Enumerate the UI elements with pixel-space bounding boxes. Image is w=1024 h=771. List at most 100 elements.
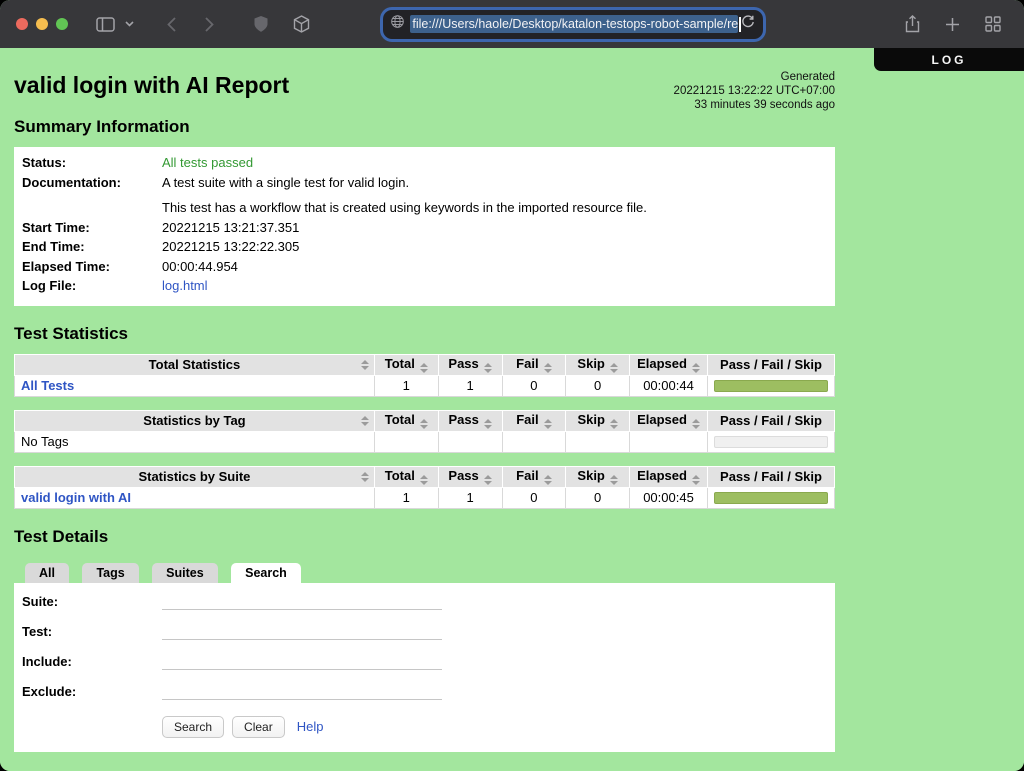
total-value: 1 — [374, 375, 438, 396]
minimize-window-button[interactable] — [36, 18, 48, 30]
total-value — [374, 431, 438, 452]
all-tests-link[interactable]: All Tests — [21, 378, 74, 393]
sort-icon[interactable] — [544, 475, 552, 485]
tab-suites[interactable]: Suites — [152, 563, 218, 583]
sort-icon[interactable] — [610, 419, 618, 429]
help-link[interactable]: Help — [297, 719, 324, 734]
include-input[interactable] — [162, 651, 442, 670]
sort-icon[interactable] — [544, 419, 552, 429]
column-header-elapsed[interactable]: Elapsed — [630, 410, 708, 431]
clear-button[interactable]: Clear — [232, 716, 285, 738]
details-heading: Test Details — [14, 527, 1024, 547]
column-header-pass[interactable]: Pass — [438, 466, 502, 487]
search-buttons-row: Search Clear Help — [162, 716, 827, 738]
log-file-link[interactable]: log.html — [162, 276, 208, 296]
skip-value: 0 — [566, 375, 630, 396]
sort-icon[interactable] — [610, 363, 618, 373]
column-header-elapsed[interactable]: Elapsed — [630, 466, 708, 487]
summary-row-log-file: Log File: log.html — [22, 276, 827, 296]
tab-all[interactable]: All — [25, 563, 69, 583]
zoom-window-button[interactable] — [56, 18, 68, 30]
details-tabs: All Tags Suites Search — [25, 563, 1024, 583]
column-header-graph: Pass / Fail / Skip — [707, 410, 834, 431]
column-header-skip[interactable]: Skip — [566, 354, 630, 375]
sort-icon[interactable] — [610, 475, 618, 485]
sort-icon[interactable] — [484, 419, 492, 429]
tab-overview-icon[interactable] — [978, 9, 1008, 39]
address-bar[interactable]: file:///Users/haole/Desktop/katalon-test… — [383, 10, 763, 39]
sort-icon[interactable] — [420, 419, 428, 429]
column-header-total[interactable]: Total — [374, 354, 438, 375]
column-header-skip[interactable]: Skip — [566, 410, 630, 431]
test-input[interactable] — [162, 621, 442, 640]
url-text[interactable]: file:///Users/haole/Desktop/katalon-test… — [410, 15, 738, 33]
elapsed-time-value: 00:00:44.954 — [162, 257, 238, 277]
pass-fail-skip-bar — [714, 380, 828, 392]
share-icon[interactable] — [898, 9, 928, 39]
status-label: Status: — [22, 153, 162, 173]
documentation-value: A test suite with a single test for vali… — [162, 173, 647, 218]
sort-icon[interactable] — [692, 419, 700, 429]
skip-value — [566, 431, 630, 452]
sort-icon[interactable] — [420, 475, 428, 485]
graph-cell — [707, 431, 834, 452]
browser-window: file:///Users/haole/Desktop/katalon-test… — [0, 0, 1024, 771]
reload-icon[interactable] — [741, 15, 755, 34]
column-header-elapsed[interactable]: Elapsed — [630, 354, 708, 375]
column-header-statistics-by-suite[interactable]: Statistics by Suite — [15, 466, 375, 487]
column-header-total[interactable]: Total — [374, 410, 438, 431]
suite-input[interactable] — [162, 591, 442, 610]
sort-icon[interactable] — [484, 475, 492, 485]
sort-icon[interactable] — [361, 472, 369, 482]
column-header-pass[interactable]: Pass — [438, 410, 502, 431]
generated-ago: 33 minutes 39 seconds ago — [674, 98, 835, 112]
generated-label: Generated — [674, 70, 835, 84]
column-header-fail[interactable]: Fail — [502, 466, 566, 487]
column-header-fail[interactable]: Fail — [502, 410, 566, 431]
pass-value: 1 — [438, 487, 502, 508]
status-value: All tests passed — [162, 153, 253, 173]
privacy-shield-icon[interactable] — [246, 9, 276, 39]
elapsed-value: 00:00:44 — [630, 375, 708, 396]
column-header-statistics-by-tag[interactable]: Statistics by Tag — [15, 410, 375, 431]
column-header-total-statistics[interactable]: Total Statistics — [15, 354, 375, 375]
sort-icon[interactable] — [361, 360, 369, 370]
sidebar-chevron-down-icon[interactable] — [120, 9, 138, 39]
fail-value: 0 — [502, 487, 566, 508]
form-row-exclude: Exclude: — [22, 681, 827, 702]
forward-button[interactable] — [194, 9, 224, 39]
summary-row-status: Status: All tests passed — [22, 153, 827, 173]
form-row-suite: Suite: — [22, 591, 827, 612]
search-panel: Suite: Test: Include: Exclude: Search Cl… — [14, 583, 835, 752]
suite-link[interactable]: valid login with AI — [21, 490, 131, 505]
extensions-cube-icon[interactable] — [286, 9, 316, 39]
close-window-button[interactable] — [16, 18, 28, 30]
sort-icon[interactable] — [692, 363, 700, 373]
no-tags-label: No Tags — [15, 431, 375, 452]
test-field-label: Test: — [22, 621, 162, 642]
new-tab-icon[interactable] — [938, 9, 968, 39]
log-file-label: Log File: — [22, 276, 162, 296]
column-header-pass[interactable]: Pass — [438, 354, 502, 375]
back-button[interactable] — [156, 9, 186, 39]
tab-search[interactable]: Search — [231, 563, 301, 583]
exclude-input[interactable] — [162, 681, 442, 700]
tab-tags[interactable]: Tags — [82, 563, 138, 583]
end-time-label: End Time: — [22, 237, 162, 257]
pass-value: 1 — [438, 375, 502, 396]
search-button[interactable]: Search — [162, 716, 224, 738]
column-header-skip[interactable]: Skip — [566, 466, 630, 487]
sort-icon[interactable] — [692, 475, 700, 485]
sort-icon[interactable] — [544, 363, 552, 373]
table-header-row: Statistics by Tag Total Pass Fail Skip E… — [15, 410, 835, 431]
column-header-total[interactable]: Total — [374, 466, 438, 487]
elapsed-time-label: Elapsed Time: — [22, 257, 162, 277]
skip-value: 0 — [566, 487, 630, 508]
column-header-fail[interactable]: Fail — [502, 354, 566, 375]
documentation-paragraph-1: A test suite with a single test for vali… — [162, 173, 647, 193]
sort-icon[interactable] — [484, 363, 492, 373]
sort-icon[interactable] — [361, 416, 369, 426]
log-button[interactable]: LOG — [874, 48, 1024, 71]
sidebar-toggle-icon[interactable] — [90, 9, 120, 39]
sort-icon[interactable] — [420, 363, 428, 373]
